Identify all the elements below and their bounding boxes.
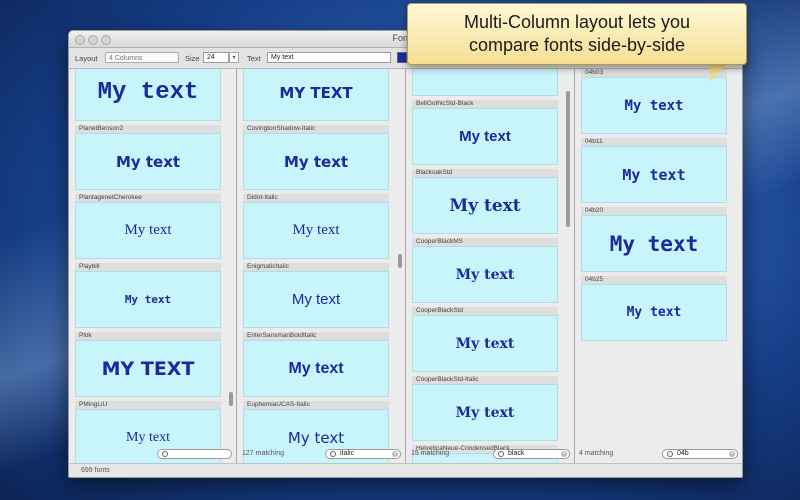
font-sample: My text — [412, 315, 558, 372]
font-card[interactable]: CooperBlackMS My text — [412, 238, 558, 303]
app-window: FontPi Layout 4 Columns Size 24 ▾ Text M… — [68, 30, 743, 478]
column-2-search[interactable]: italic × — [325, 449, 401, 459]
font-name-label: BellGothicStd-Black — [412, 100, 558, 108]
font-sample: My text — [75, 69, 221, 121]
font-sample: My text — [412, 177, 558, 234]
column-2-count: 127 matching — [242, 450, 285, 457]
search-icon — [162, 451, 168, 457]
font-name-label: Didot-Italic — [243, 194, 389, 202]
font-card[interactable]: 04b11 My text — [581, 138, 727, 203]
font-name-label: 04b20 — [581, 207, 727, 215]
font-card[interactable]: MY TEXT — [243, 69, 389, 121]
font-name-label: Plok — [75, 332, 221, 340]
column-3-search[interactable]: black × — [493, 449, 570, 459]
font-sample: My text — [75, 271, 221, 328]
font-card[interactable]: PlanetBenson2 My text — [75, 125, 221, 190]
font-sample: MY TEXT — [75, 340, 221, 397]
font-card[interactable]: CooperBlackStd My text — [412, 307, 558, 372]
font-card[interactable]: Plok MY TEXT — [75, 332, 221, 397]
feature-callout: Multi-Column layout lets you compare fon… — [407, 3, 747, 65]
font-column-3[interactable]: BellGothicStd-Black My text BlackoakStd My … — [406, 69, 574, 477]
column-1-scrollbar[interactable] — [229, 392, 233, 406]
font-card[interactable]: 04b25 My text — [581, 276, 727, 341]
font-card[interactable]: CooperBlackStd-Italic My text — [412, 376, 558, 441]
font-name-label: PlanetBenson2 — [75, 125, 221, 133]
layout-select[interactable]: 4 Columns — [105, 52, 179, 63]
font-total: 699 fonts — [81, 467, 110, 474]
font-card[interactable]: BellGothicStd-Black My text — [412, 100, 558, 165]
font-column-1[interactable]: My text PlanetBenson2 My text PlantagenetCh… — [69, 69, 236, 477]
column-4-count: 4 matching — [579, 450, 614, 457]
font-sample — [412, 69, 558, 96]
status-bar: 699 fonts — [69, 463, 742, 477]
font-name-label: 04b11 — [581, 138, 727, 146]
font-sample: My text — [75, 202, 221, 259]
clear-search-icon[interactable]: × — [729, 451, 735, 457]
column-4-search[interactable]: 04b × — [662, 449, 738, 459]
font-sample: My text — [75, 133, 221, 190]
font-sample: My text — [581, 215, 727, 272]
callout-line-1: Multi-Column layout lets you — [463, 12, 691, 32]
column-3-count: 15 matching — [411, 450, 450, 457]
font-name-label: EuphemiaUCAS-Italic — [243, 401, 389, 409]
font-sample: My text — [412, 108, 558, 165]
font-name-label: Playbill — [75, 263, 221, 271]
font-card[interactable]: EnigmaticItalic My text — [243, 263, 389, 328]
text-label: Text — [247, 54, 261, 63]
font-name-label: CooperBlackStd-Italic — [412, 376, 558, 384]
clear-search-icon[interactable]: × — [392, 451, 398, 457]
font-list: 04b03 My text 04b11 My text 04b20 My text 04b2… — [575, 69, 742, 477]
font-list: My text PlanetBenson2 My text PlantagenetCh… — [69, 69, 236, 477]
font-name-label: PlantagenetCherokee — [75, 194, 221, 202]
search-icon — [498, 451, 504, 457]
font-sample: My text — [243, 133, 389, 190]
font-column-4[interactable]: 04b03 My text 04b11 My text 04b20 My text 04b2… — [575, 69, 742, 477]
font-card[interactable]: 04b20 My text — [581, 207, 727, 272]
column-1-search[interactable] — [157, 449, 232, 459]
font-name-label: EnigmaticItalic — [243, 263, 389, 271]
font-list: MY TEXT CovingtonShadow-Italic My text Dido… — [237, 69, 405, 477]
font-name-label: 04b25 — [581, 276, 727, 284]
font-card[interactable]: Didot-Italic My text — [243, 194, 389, 259]
size-field[interactable]: 24 — [203, 52, 229, 63]
font-card[interactable]: BlackoakStd My text — [412, 169, 558, 234]
font-sample: MY TEXT — [243, 69, 389, 121]
font-sample: My text — [243, 202, 389, 259]
column-2-scrollbar[interactable] — [398, 254, 402, 268]
font-card[interactable]: EnterSansmanBoldItalic My text — [243, 332, 389, 397]
font-card[interactable]: My text — [75, 69, 221, 121]
font-sample: My text — [581, 284, 727, 341]
font-name-label: BlackoakStd — [412, 169, 558, 177]
font-sample: My text — [581, 146, 727, 203]
font-name-label: EnterSansmanBoldItalic — [243, 332, 389, 340]
font-list: BellGothicStd-Black My text BlackoakStd My … — [406, 69, 574, 477]
search-icon — [667, 451, 673, 457]
font-card[interactable]: Playbill My text — [75, 263, 221, 328]
layout-label: Layout — [75, 54, 98, 63]
text-color-well[interactable] — [397, 52, 407, 63]
font-name-label: CovingtonShadow-Italic — [243, 125, 389, 133]
column-3-scrollbar[interactable] — [566, 91, 570, 227]
size-label: Size — [185, 54, 200, 63]
font-sample: My text — [412, 384, 558, 441]
font-column-2[interactable]: MY TEXT CovingtonShadow-Italic My text Dido… — [237, 69, 405, 477]
font-card[interactable]: CovingtonShadow-Italic My text — [243, 125, 389, 190]
font-sample: My text — [243, 271, 389, 328]
font-sample: My text — [581, 77, 727, 134]
font-name-label: PMingLiU — [75, 401, 221, 409]
clear-search-icon[interactable]: × — [561, 451, 567, 457]
font-name-label: CooperBlackStd — [412, 307, 558, 315]
font-card[interactable] — [412, 69, 558, 96]
callout-line-2: compare fonts side-by-side — [468, 35, 686, 55]
size-dropdown-button[interactable]: ▾ — [229, 52, 239, 63]
font-card[interactable]: PlantagenetCherokee My text — [75, 194, 221, 259]
font-sample: My text — [412, 246, 558, 303]
search-icon — [330, 451, 336, 457]
font-sample: My text — [243, 340, 389, 397]
sample-text-field[interactable]: My text — [267, 52, 391, 63]
font-name-label: CooperBlackMS — [412, 238, 558, 246]
